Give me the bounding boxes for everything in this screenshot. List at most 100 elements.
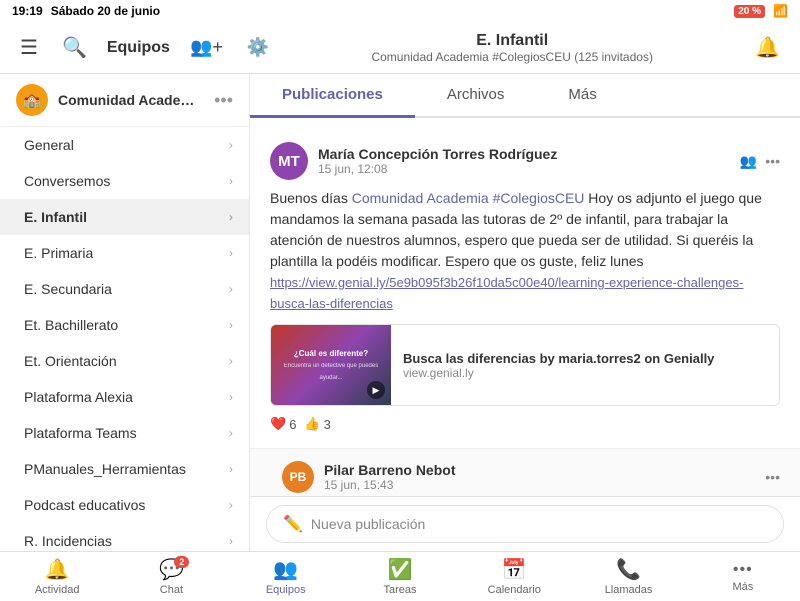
sidebar-item-et-orientacion[interactable]: Et. Orientación ›	[0, 343, 249, 379]
notifications-button[interactable]: 🔔	[751, 31, 784, 64]
sidebar-item-r-incidencias[interactable]: R. Incidencias ›	[0, 523, 249, 551]
more-options-button[interactable]: •••	[765, 153, 780, 169]
community-header[interactable]: 🏫 Comunidad Academia #... •••	[0, 74, 249, 127]
react-icon[interactable]: 👥	[740, 153, 757, 170]
compose-edit-icon: ✏️	[283, 514, 303, 534]
post-date-1: 15 jun, 12:08	[318, 162, 730, 176]
sidebar-item-e-secundaria[interactable]: E. Secundaria ›	[0, 271, 249, 307]
status-bar: 19:19 Sábado 20 de junio 20 % 📶	[0, 0, 800, 22]
chevron-icon: ›	[229, 174, 233, 188]
reply-more-button[interactable]: •••	[765, 469, 780, 485]
reactions-1: ❤️ 6 👍 3	[270, 416, 780, 432]
sidebar-item-plataforma-teams[interactable]: Plataforma Teams ›	[0, 415, 249, 451]
avatar-mt: MT	[270, 142, 308, 180]
sidebar-item-e-primaria[interactable]: E. Primaria ›	[0, 235, 249, 271]
reply-header-1: PB Pilar Barreno Nebot 15 jun, 15:43 •••	[282, 461, 780, 493]
preview-domain: view.genial.ly	[403, 366, 714, 380]
tab-mas[interactable]: Más	[536, 74, 628, 118]
nav-calendario[interactable]: 📅 Calendario	[457, 552, 571, 601]
add-team-button[interactable]: 👥+	[186, 33, 227, 62]
play-button[interactable]: ▶	[367, 381, 385, 399]
chevron-icon: ›	[229, 498, 233, 512]
posts-container: MT María Concepción Torres Rodríguez 15 …	[250, 118, 800, 496]
nav-mas-label: Más	[732, 581, 753, 593]
mention-text: Comunidad Academia #ColegiosCEU	[352, 190, 585, 206]
compose-placeholder: Nueva publicación	[311, 516, 425, 532]
chevron-icon: ›	[229, 282, 233, 296]
mas-nav-icon: •••	[733, 561, 753, 579]
hamburger-button[interactable]: ☰	[16, 31, 42, 64]
nav-chat[interactable]: 💬 Chat 2	[114, 552, 228, 601]
sidebar-item-podcast[interactable]: Podcast educativos ›	[0, 487, 249, 523]
nav-chat-label: Chat	[160, 584, 183, 596]
nav-llamadas[interactable]: 📞 Llamadas	[571, 552, 685, 601]
sidebar-item-general[interactable]: General ›	[0, 127, 249, 163]
post-actions-1: 👥 •••	[740, 153, 780, 170]
reply-date-1: 15 jun, 15:43	[324, 478, 755, 492]
post-author-1: María Concepción Torres Rodríguez	[318, 146, 730, 162]
sidebar-item-conversemos[interactable]: Conversemos ›	[0, 163, 249, 199]
date: Sábado 20 de junio	[51, 4, 160, 18]
sidebar-item-pmanuales[interactable]: PManuales_Herramientas ›	[0, 451, 249, 487]
chevron-icon: ›	[229, 462, 233, 476]
nav-mas[interactable]: ••• Más	[686, 552, 800, 601]
content-area: Publicaciones Archivos Más MT María Conc…	[250, 74, 800, 551]
page-title: E. Infantil	[371, 32, 652, 50]
reaction-thumbsup[interactable]: 👍 3	[304, 416, 330, 432]
reply-actions-1: •••	[765, 469, 780, 485]
preview-title: Busca las diferencias by maria.torres2 o…	[403, 351, 714, 366]
chevron-icon: ›	[229, 138, 233, 152]
battery-icon: 20 %	[734, 5, 765, 18]
tab-archivos[interactable]: Archivos	[415, 74, 537, 118]
chevron-icon: ›	[229, 246, 233, 260]
sidebar-item-plataforma-alexia[interactable]: Plataforma Alexia ›	[0, 379, 249, 415]
llamadas-icon: 📞	[616, 557, 641, 582]
tab-publicaciones[interactable]: Publicaciones	[250, 74, 415, 118]
nav-tareas-label: Tareas	[383, 584, 416, 596]
calendario-icon: 📅	[502, 557, 527, 582]
post-preview-card[interactable]: ¿Cuál es diferente? Encuentra un detecti…	[270, 324, 780, 406]
tareas-icon: ✅	[388, 557, 413, 582]
chevron-icon: ›	[229, 318, 233, 332]
nav-llamadas-label: Llamadas	[605, 584, 653, 596]
search-button[interactable]: 🔍	[58, 31, 91, 64]
post-header-1: MT María Concepción Torres Rodríguez 15 …	[270, 142, 780, 180]
nav-tareas[interactable]: ✅ Tareas	[343, 552, 457, 601]
sidebar-item-e-infantil[interactable]: E. Infantil ›	[0, 199, 249, 235]
chevron-icon: ›	[229, 210, 233, 224]
header: ☰ 🔍 Equipos 👥+ ⚙️ E. Infantil Comunidad …	[0, 22, 800, 74]
sidebar-item-et-bachillerato[interactable]: Et. Bachillerato ›	[0, 307, 249, 343]
wifi-icon: 📶	[773, 4, 788, 18]
nav-actividad[interactable]: 🔔 Actividad	[0, 552, 114, 601]
chevron-icon: ›	[229, 534, 233, 548]
time: 19:19	[12, 4, 43, 18]
community-more-button[interactable]: •••	[214, 90, 233, 111]
reaction-heart[interactable]: ❤️ 6	[270, 416, 296, 432]
actividad-icon: 🔔	[45, 557, 70, 582]
reply-card-1: PB Pilar Barreno Nebot 15 jun, 15:43 •••…	[250, 449, 800, 496]
compose-bar: ✏️ Nueva publicación	[250, 496, 800, 551]
page-subtitle: Comunidad Academia #ColegiosCEU (125 inv…	[371, 50, 652, 64]
chevron-icon: ›	[229, 426, 233, 440]
bottom-nav: 🔔 Actividad 💬 Chat 2 👥 Equipos ✅ Tareas …	[0, 551, 800, 601]
chevron-icon: ›	[229, 354, 233, 368]
equipos-icon: 👥	[273, 557, 298, 582]
avatar-pb: PB	[282, 461, 314, 493]
nav-actividad-label: Actividad	[35, 584, 80, 596]
community-icon: 🏫	[16, 84, 48, 116]
post-body-1: Buenos días Comunidad Academia #Colegios…	[270, 188, 780, 314]
compose-input[interactable]: ✏️ Nueva publicación	[266, 505, 784, 543]
chevron-icon: ›	[229, 390, 233, 404]
reply-author-1: Pilar Barreno Nebot	[324, 462, 755, 478]
post-link-1[interactable]: https://view.genial.ly/5e9b095f3b26f10da…	[270, 275, 743, 311]
nav-calendario-label: Calendario	[488, 584, 541, 596]
nav-equipos-label: Equipos	[266, 584, 306, 596]
teams-label: Equipos	[107, 39, 170, 57]
post-card-1: MT María Concepción Torres Rodríguez 15 …	[250, 126, 800, 449]
preview-image: ¿Cuál es diferente? Encuentra un detecti…	[271, 325, 391, 405]
tabs-bar: Publicaciones Archivos Más	[250, 74, 800, 118]
chat-badge: 2	[174, 556, 189, 568]
settings-button[interactable]: ⚙️	[243, 33, 273, 62]
nav-equipos[interactable]: 👥 Equipos	[229, 552, 343, 601]
sidebar: 🏫 Comunidad Academia #... ••• General › …	[0, 74, 250, 551]
